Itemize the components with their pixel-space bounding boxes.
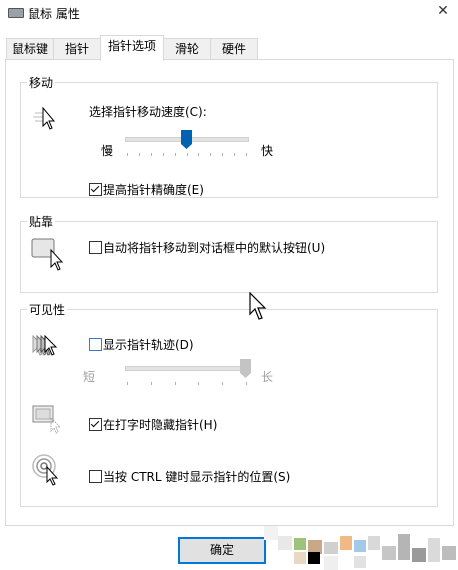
long-label: 长: [261, 370, 274, 384]
visibility-legend: 可见性: [27, 301, 68, 318]
tab-pointer-options[interactable]: 指针选项: [100, 35, 164, 61]
precision-checkbox[interactable]: [89, 183, 102, 196]
slider-tick: [150, 153, 152, 156]
slider-tick: [186, 153, 188, 156]
slider-tick: [150, 382, 152, 385]
slider-tick: [222, 153, 224, 156]
trails-checkbox[interactable]: [89, 338, 102, 351]
slow-label: 慢: [101, 144, 114, 158]
slider-tick: [174, 382, 176, 385]
tab-pointers[interactable]: 指针: [53, 38, 101, 60]
snap-label: 自动将指针移动到对话框中的默认按钮(U): [103, 241, 326, 255]
slider-tick: [127, 382, 128, 385]
hide-while-typing-icon: [32, 405, 62, 434]
ctrl-locate-icon: [32, 454, 59, 486]
slider-tick: [210, 153, 212, 156]
precision-label: 提高指针精确度(E): [103, 183, 204, 197]
slider-tick: [198, 382, 200, 385]
motion-group: 移动 选择指针移动速度(C): 慢 快 提高指针精确度(E): [20, 74, 438, 198]
window-title: 鼠标 属性: [28, 7, 80, 21]
hide-typing-label: 在打字时隐藏指针(H): [103, 418, 218, 432]
slider-tick: [174, 153, 176, 156]
snap-checkbox[interactable]: [89, 241, 102, 254]
slider-tick: [198, 153, 200, 156]
snap-group: 贴靠 自动将指针移动到对话框中的默认按钮(U): [20, 213, 438, 293]
fast-label: 快: [261, 144, 274, 158]
slider-tick: [246, 153, 247, 156]
slider-tick: [246, 382, 247, 385]
pointer-trails-icon: [32, 334, 58, 356]
speed-ticks: [127, 153, 247, 157]
short-label: 短: [83, 370, 96, 384]
trail-track: [125, 366, 249, 371]
title-bar[interactable]: 鼠标 属性 ✕: [0, 0, 458, 26]
pointer-speed-icon: [33, 106, 56, 130]
ctrl-locate-checkbox[interactable]: [89, 470, 102, 483]
tab-hardware[interactable]: 硬件: [210, 38, 258, 60]
slider-tick: [127, 153, 128, 156]
motion-legend: 移动: [27, 74, 56, 91]
slider-tick: [222, 382, 224, 385]
mouse-cursor-icon: [249, 292, 267, 320]
trails-label: 显示指针轨迹(D): [103, 338, 194, 352]
slider-tick: [138, 153, 140, 156]
slider-tick: [162, 153, 164, 156]
trail-thumb[interactable]: [239, 359, 251, 379]
speed-thumb[interactable]: [180, 130, 192, 150]
visibility-group: 可见性 显示指针轨迹(D) 短 长 在打字时隐藏指针(H) 当按 CTRL 键时…: [20, 301, 438, 507]
slider-tick: [234, 153, 236, 156]
snap-legend: 贴靠: [27, 213, 56, 230]
speed-label: 选择指针移动速度(C):: [89, 105, 207, 119]
snap-to-icon: [31, 238, 64, 271]
hide-typing-checkbox[interactable]: [89, 418, 102, 431]
close-button[interactable]: ✕: [428, 0, 458, 22]
tab-buttons[interactable]: 鼠标键: [6, 38, 54, 60]
ctrl-locate-label: 当按 CTRL 键时显示指针的位置(S): [103, 470, 291, 484]
tab-wheel[interactable]: 滑轮: [163, 38, 211, 60]
mouse-icon: [8, 8, 24, 18]
watermark-mosaic: [264, 526, 458, 570]
tab-panel: 移动 选择指针移动速度(C): 慢 快 提高指针精确度(E) 贴靠 自动将指针移…: [5, 59, 454, 526]
ok-button[interactable]: 确定: [178, 537, 266, 564]
trail-ticks: [127, 382, 247, 386]
